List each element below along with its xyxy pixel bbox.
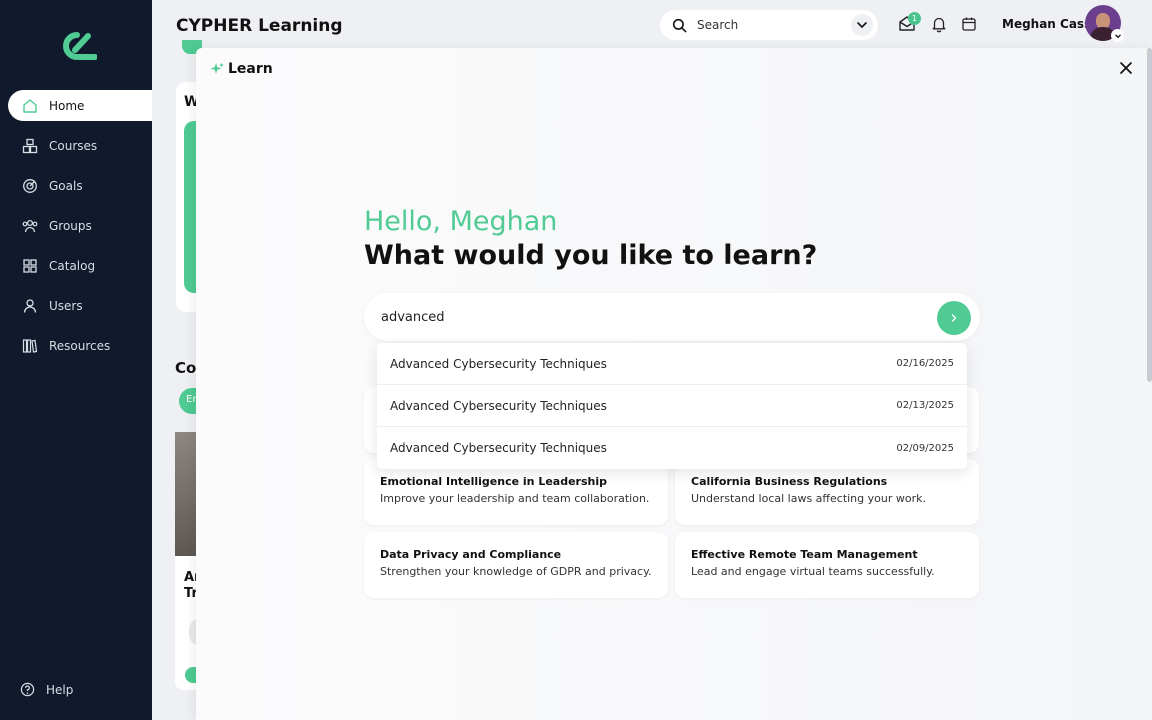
autocomplete-option[interactable]: Advanced Cybersecurity Techniques 02/16/… (377, 343, 967, 385)
search-icon (672, 18, 687, 32)
suggestion-description: Strengthen your knowledge of GDPR and pr… (380, 565, 652, 578)
search-scope-dropdown[interactable] (851, 14, 873, 36)
resources-icon (22, 338, 38, 353)
autocomplete-dropdown: Advanced Cybersecurity Techniques 02/16/… (377, 343, 967, 469)
suggestion-title: Data Privacy and Compliance (380, 548, 562, 561)
greeting: Hello, Meghan (364, 206, 558, 237)
sidebar-nav: Home Courses Goals Groups Catalog Users … (8, 90, 152, 370)
scrollbar[interactable] (1147, 48, 1152, 382)
sidebar-item-users[interactable]: Users (8, 290, 152, 321)
user-name[interactable]: Meghan Cass (1002, 17, 1091, 31)
goals-icon (23, 178, 37, 193)
suggestion-card[interactable]: Effective Remote Team Management Lead an… (675, 532, 979, 598)
sidebar-item-catalog[interactable]: Catalog (8, 250, 152, 281)
sidebar: Home Courses Goals Groups Catalog Users … (0, 0, 152, 720)
close-icon[interactable] (1118, 60, 1134, 76)
suggestion-description: Improve your leadership and team collabo… (380, 492, 650, 505)
learn-question: What would you like to learn? (364, 240, 818, 271)
sidebar-item-groups[interactable]: Groups (8, 210, 152, 241)
home-icon (23, 98, 37, 113)
learn-search-box[interactable] (364, 293, 980, 341)
sidebar-item-goals[interactable]: Goals (8, 170, 152, 201)
sidebar-item-courses[interactable]: Courses (8, 130, 152, 161)
catalog-icon (23, 258, 37, 273)
help-icon (20, 682, 35, 697)
app-title: CYPHER Learning (176, 16, 343, 36)
option-name: Advanced Cybersecurity Techniques (390, 356, 607, 371)
courses-icon (22, 138, 38, 153)
option-name: Advanced Cybersecurity Techniques (390, 398, 607, 413)
cypher-logo[interactable] (55, 30, 97, 62)
background-course-image (175, 432, 196, 556)
chevron-down-icon[interactable] (1111, 29, 1124, 42)
option-date: 02/16/2025 (896, 358, 954, 369)
sidebar-item-label: Users (49, 298, 83, 313)
option-date: 02/09/2025 (896, 442, 954, 454)
suggestion-card[interactable]: Data Privacy and Compliance Strengthen y… (364, 532, 668, 598)
chevron-right-icon (951, 314, 957, 322)
sidebar-item-label: Catalog (49, 258, 96, 273)
sidebar-item-label: Home (49, 98, 85, 113)
learn-panel-header: Learn (210, 61, 273, 77)
learn-panel-title: Learn (228, 61, 273, 77)
help-label: Help (46, 682, 74, 697)
suggestion-description: Lead and engage virtual teams successful… (691, 565, 935, 578)
autocomplete-option[interactable]: Advanced Cybersecurity Techniques 02/13/… (377, 385, 967, 427)
help-link[interactable]: Help (20, 682, 73, 697)
sidebar-item-home[interactable]: Home (8, 90, 152, 121)
groups-icon (22, 219, 38, 232)
search-placeholder: Search (697, 18, 739, 32)
inbox-badge: 1 (908, 12, 921, 25)
sidebar-item-label: Resources (49, 338, 111, 353)
sidebar-item-label: Courses (49, 138, 98, 153)
suggestion-description: Understand local laws affecting your wor… (691, 492, 926, 505)
calendar-icon[interactable] (960, 15, 978, 33)
global-search[interactable]: Search (660, 10, 878, 40)
bell-icon[interactable] (930, 15, 948, 33)
chevron-down-icon (857, 22, 867, 29)
option-date: 02/13/2025 (896, 400, 954, 411)
submit-button[interactable] (937, 301, 971, 335)
sidebar-item-resources[interactable]: Resources (8, 330, 152, 361)
option-name: Advanced Cybersecurity Techniques (390, 441, 607, 455)
suggestion-title: Emotional Intelligence in Leadership (380, 475, 608, 488)
sparkle-icon (210, 62, 224, 74)
autocomplete-option[interactable]: Advanced Cybersecurity Techniques 02/09/… (377, 427, 967, 469)
sidebar-item-label: Goals (49, 178, 83, 193)
suggestion-title: California Business Regulations (691, 475, 888, 488)
learn-search-input[interactable] (381, 305, 921, 329)
user-icon (23, 298, 37, 313)
background-heading-courses: Co (175, 359, 197, 377)
sidebar-item-label: Groups (49, 218, 92, 233)
suggestion-title: Effective Remote Team Management (691, 548, 918, 561)
